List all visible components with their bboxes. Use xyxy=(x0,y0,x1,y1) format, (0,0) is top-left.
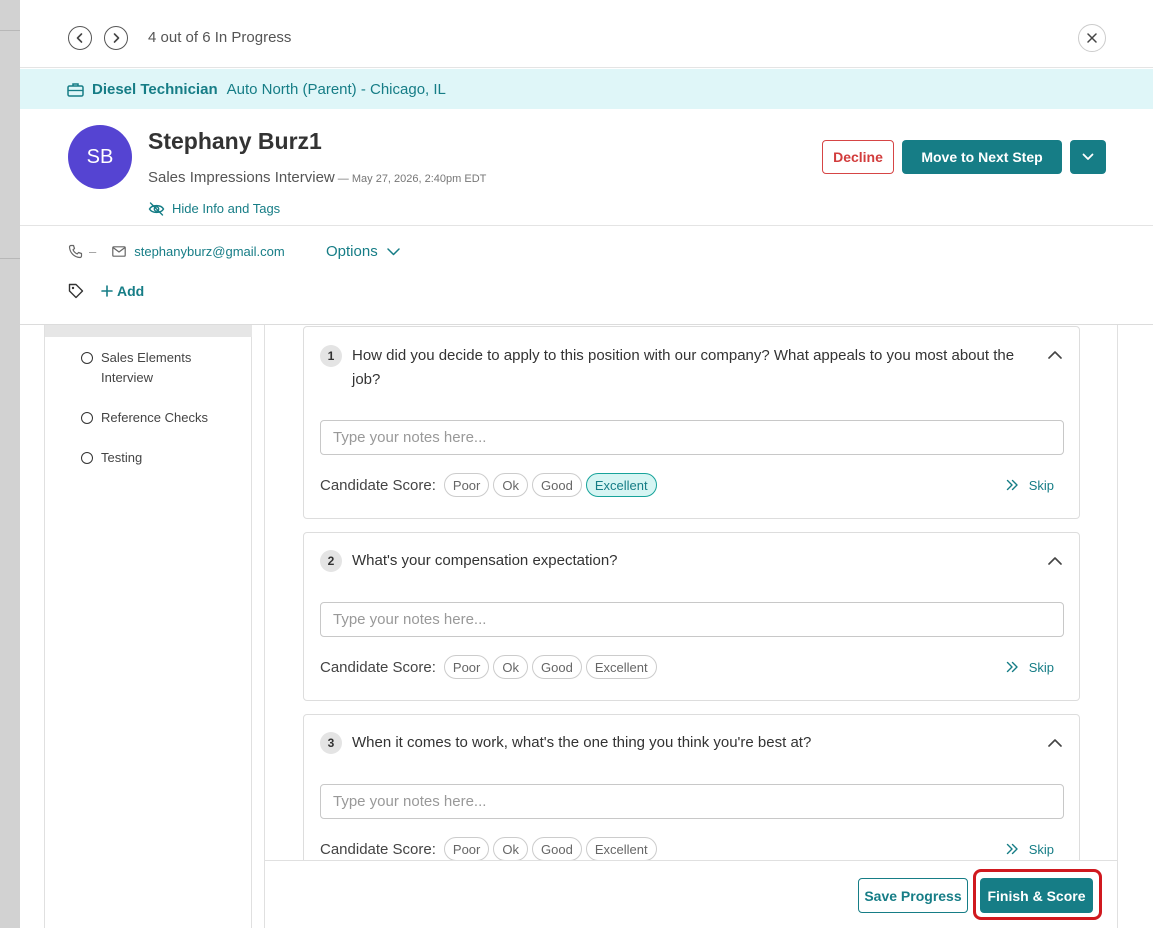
question-number: 1 xyxy=(320,345,342,367)
step-label: Reference Checks xyxy=(101,410,208,425)
job-title-link[interactable]: Diesel Technician xyxy=(92,81,218,98)
score-row: Candidate Score: Poor Ok Good Excellent … xyxy=(320,836,1064,862)
chevron-down-icon xyxy=(1082,153,1094,160)
question-number: 2 xyxy=(320,550,342,572)
briefcase-icon xyxy=(67,82,84,97)
score-option-poor[interactable]: Poor xyxy=(443,655,490,679)
score-option-ok[interactable]: Ok xyxy=(493,837,528,861)
double-chevron-right-icon xyxy=(1006,479,1018,491)
job-location: Auto North (Parent) - Chicago, IL xyxy=(226,80,446,98)
interview-panel: 4 out of 6 In Progress Diesel Technician… xyxy=(20,0,1153,928)
top-bar: 4 out of 6 In Progress xyxy=(20,0,1153,68)
score-option-ok[interactable]: Ok xyxy=(493,655,528,679)
phone-value: – xyxy=(89,244,97,259)
interview-info: Sales Impressions Interview — May 27, 20… xyxy=(148,169,486,186)
question-card: 3 When it comes to work, what's the one … xyxy=(303,714,1080,883)
chevron-up-icon[interactable] xyxy=(1048,350,1062,359)
background-divider xyxy=(0,30,20,31)
question-text: How did you decide to apply to this posi… xyxy=(352,347,1015,388)
contact-row: – stephanyburz@gmail.com xyxy=(68,244,285,259)
hide-info-toggle[interactable]: Hide Info and Tags xyxy=(148,201,280,216)
background-page xyxy=(0,0,20,928)
skip-label: Skip xyxy=(1028,841,1054,857)
mail-icon xyxy=(112,246,127,257)
close-button[interactable] xyxy=(1078,24,1106,52)
skip-label: Skip xyxy=(1028,659,1054,675)
skip-button[interactable]: Skip xyxy=(1006,660,1054,675)
chevron-up-icon[interactable] xyxy=(1048,556,1062,565)
score-row: Candidate Score: Poor Ok Good Excellent … xyxy=(320,654,1064,680)
add-tag-button[interactable]: Add xyxy=(101,283,144,299)
questions-content: 1 How did you decide to apply to this po… xyxy=(264,325,1118,928)
move-options-dropdown[interactable] xyxy=(1070,140,1106,174)
step-item-sales-elements-interview[interactable]: Sales Elements Interview xyxy=(81,348,211,388)
next-candidate-button[interactable] xyxy=(104,26,128,50)
score-option-good[interactable]: Good xyxy=(532,655,582,679)
previous-candidate-button[interactable] xyxy=(68,26,92,50)
phone-icon xyxy=(68,244,83,259)
decline-button[interactable]: Decline xyxy=(822,140,894,174)
candidate-name: Stephany Burz1 xyxy=(148,128,322,154)
score-option-excellent[interactable]: Excellent xyxy=(585,837,657,861)
progress-status: 4 out of 6 In Progress xyxy=(148,29,292,46)
close-icon xyxy=(1087,33,1097,43)
score-label: Candidate Score: xyxy=(320,840,436,858)
background-divider xyxy=(0,258,20,259)
question-text: When it comes to work, what's the one th… xyxy=(352,734,812,751)
options-dropdown[interactable]: Options xyxy=(326,243,400,260)
eye-slash-icon xyxy=(148,201,165,216)
step-nav-scroll-top xyxy=(45,325,252,337)
question-card: 1 How did you decide to apply to this po… xyxy=(303,326,1080,519)
double-chevron-right-icon xyxy=(1006,661,1018,673)
step-status-circle xyxy=(81,352,93,364)
step-status-circle xyxy=(81,452,93,464)
job-banner: Diesel Technician Auto North (Parent) - … xyxy=(20,69,1153,109)
score-option-poor[interactable]: Poor xyxy=(443,473,490,497)
score-option-good[interactable]: Good xyxy=(532,473,582,497)
step-item-testing[interactable]: Testing xyxy=(81,448,142,468)
score-option-ok[interactable]: Ok xyxy=(493,473,528,497)
score-option-good[interactable]: Good xyxy=(532,837,582,861)
add-tag-label: Add xyxy=(117,283,145,299)
chevron-right-icon xyxy=(113,33,120,43)
notes-input[interactable] xyxy=(320,784,1064,819)
score-option-excellent[interactable]: Excellent xyxy=(585,655,657,679)
skip-button[interactable]: Skip xyxy=(1006,478,1054,493)
score-option-poor[interactable]: Poor xyxy=(443,837,490,861)
divider xyxy=(20,225,1153,226)
step-label: Testing xyxy=(101,450,143,465)
interview-name: Sales Impressions Interview xyxy=(148,169,335,186)
step-label: Sales Elements Interview xyxy=(101,350,192,385)
double-chevron-right-icon xyxy=(1006,843,1018,855)
skip-button[interactable]: Skip xyxy=(1006,842,1054,857)
footer-actions: Save Progress Finish & Score xyxy=(265,860,1117,928)
options-label: Options xyxy=(326,243,378,260)
step-item-reference-checks[interactable]: Reference Checks xyxy=(81,408,208,428)
chevron-down-icon xyxy=(386,247,400,255)
tag-icon xyxy=(68,283,84,299)
step-navigation: Sales Elements Interview Reference Check… xyxy=(44,325,252,928)
question-number: 3 xyxy=(320,732,342,754)
score-label: Candidate Score: xyxy=(320,476,436,494)
plus-icon xyxy=(101,285,113,297)
finish-and-score-button[interactable]: Finish & Score xyxy=(980,878,1093,913)
chevron-left-icon xyxy=(76,33,83,43)
notes-input[interactable] xyxy=(320,602,1064,637)
avatar: SB xyxy=(68,125,132,189)
chevron-up-icon[interactable] xyxy=(1048,738,1062,747)
interview-date: — May 27, 2026, 2:40pm EDT xyxy=(334,173,487,185)
step-status-circle xyxy=(81,412,93,424)
question-text: What's your compensation expectation? xyxy=(352,552,618,569)
email-link[interactable]: stephanyburz@gmail.com xyxy=(134,244,284,259)
tag-row: Add xyxy=(68,283,144,299)
notes-input[interactable] xyxy=(320,420,1064,455)
question-card: 2 What's your compensation expectation? … xyxy=(303,532,1080,701)
save-progress-button[interactable]: Save Progress xyxy=(858,878,968,913)
move-to-next-step-button[interactable]: Move to Next Step xyxy=(902,140,1062,174)
score-option-excellent[interactable]: Excellent xyxy=(585,473,657,497)
score-label: Candidate Score: xyxy=(320,658,436,676)
skip-label: Skip xyxy=(1028,477,1054,493)
score-row: Candidate Score: Poor Ok Good Excellent … xyxy=(320,472,1064,498)
hide-info-label: Hide Info and Tags xyxy=(172,201,281,216)
